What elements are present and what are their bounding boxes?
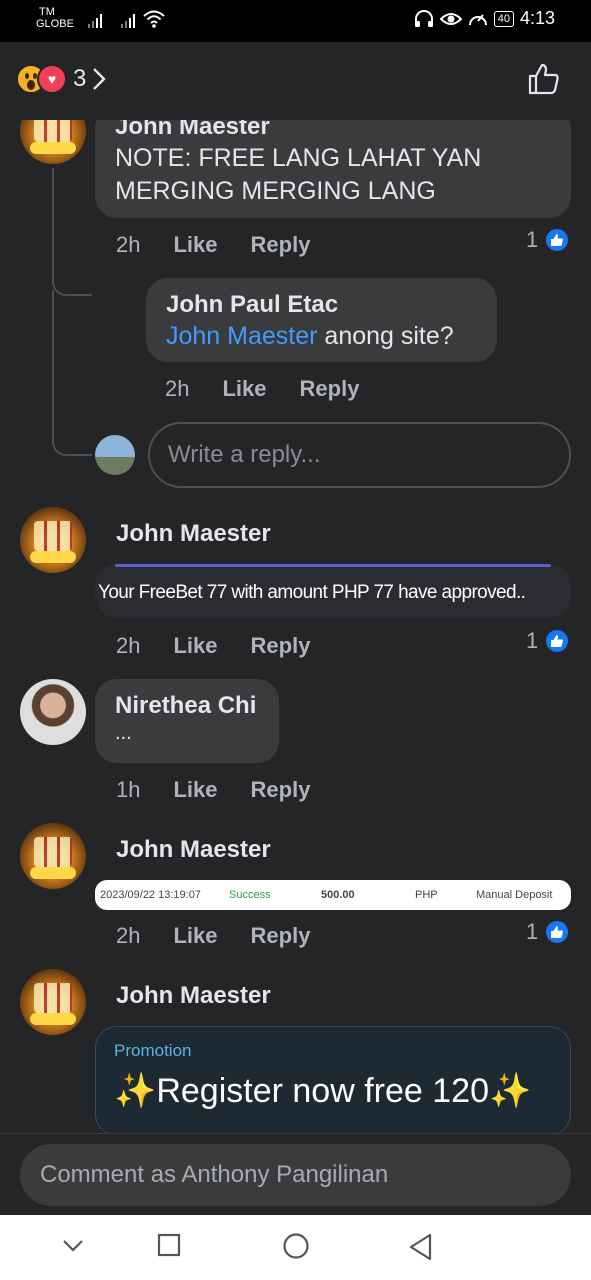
transaction-datetime: 2023/09/22 13:19:07 [100,889,201,901]
reply-button[interactable]: Reply [300,376,360,402]
recents-button-icon[interactable] [157,1233,181,1257]
comment-text: NOTE: FREE LANG LAHAT YAN MERGING MERGIN… [115,144,482,205]
home-button-icon[interactable] [282,1232,310,1260]
comment-author[interactable]: John Maester [116,519,271,549]
promo-tag: Promotion [114,1041,192,1060]
comment-actions: 2h Like Reply [116,232,310,258]
like-count[interactable]: 1 [526,628,571,654]
avatar[interactable] [20,823,86,889]
comment-actions: 2h Like Reply [165,376,359,402]
like-count-number: 1 [526,919,539,944]
sparkles-icon: ✨ [488,1072,532,1110]
wifi-icon [143,10,165,28]
image-caption: Your FreeBet 77 with amount PHP 77 have … [98,582,526,603]
comment-text: anong site? [317,322,454,350]
transaction-image[interactable]: 2023/09/22 13:19:07 Success 500.00 PHP M… [95,880,571,910]
comment-author[interactable]: John Maester [116,835,271,865]
composer-bar: Comment as Anthony Pangilinan [0,1133,591,1215]
like-badge-icon [544,227,571,253]
sparkles-icon: ✨ [114,1072,157,1110]
signal-icon [121,12,135,28]
comment-time[interactable]: 2h [116,232,140,258]
avatar[interactable] [20,679,86,745]
headphones-icon [414,9,433,27]
speedometer-icon [468,13,487,25]
avatar[interactable] [20,120,86,164]
avatar[interactable] [20,507,86,573]
comment-bubble: Nirethea Chi ... [95,679,279,763]
reaction-count: 3 [73,65,87,92]
thread-connector [52,168,92,296]
transaction-currency: PHP [415,889,438,901]
clock: 4:13 [519,8,555,28]
status-right: 40 4:13 [414,8,555,29]
comments-feed[interactable]: John Maester NOTE: FREE LANG LAHAT YAN M… [0,120,591,1133]
transaction-status: Success [229,889,271,901]
eye-icon [439,12,462,25]
reply-bubble: John Paul Etac John Maester anong site? [146,278,497,362]
wow-icon [16,64,46,94]
like-count-number: 1 [526,628,539,653]
comment-actions: 2h Like Reply [116,923,310,949]
comment-author[interactable]: John Maester [116,981,271,1011]
like-count[interactable]: 1 [526,919,571,945]
transaction-amount: 500.00 [321,889,355,901]
carrier-label: TM GLOBE [36,6,74,30]
chevron-down-icon[interactable] [62,1239,84,1253]
chevron-right-icon [93,68,107,90]
reactions-summary[interactable]: ♥ 3 [16,64,107,94]
carrier-line2: GLOBE [36,18,74,30]
status-bar: TM GLOBE 40 4:13 [0,0,591,42]
promo-headline: Register now free 120 [156,1072,489,1110]
comment-time[interactable]: 2h [116,633,140,659]
reply-input[interactable]: Write a reply... [148,422,571,488]
like-button[interactable]: Like [173,923,217,949]
promotion-card[interactable]: Promotion ✨Register now free 120✨ [95,1026,571,1133]
system-nav-bar [0,1215,591,1280]
thumbs-up-outline-icon[interactable] [527,62,561,96]
back-button-icon[interactable] [408,1233,434,1261]
reactions-header: ♥ 3 [0,42,591,120]
comment-bubble: John Maester NOTE: FREE LANG LAHAT YAN M… [95,120,571,218]
comment-time[interactable]: 1h [116,777,140,803]
signal-icon [88,12,102,28]
transaction-method: Manual Deposit [476,889,553,901]
mention-link[interactable]: John Maester [166,322,317,350]
like-badge-icon [544,628,571,654]
like-count[interactable]: 1 [526,227,571,253]
like-button[interactable]: Like [173,633,217,659]
comment-author[interactable]: Nirethea Chi [115,691,259,721]
comment-time[interactable]: 2h [116,923,140,949]
comment-actions: 1h Like Reply [116,777,310,803]
promo-text: ✨Register now free 120✨ [114,1071,531,1111]
thread-connector [52,290,92,456]
carrier-line1: TM [39,6,55,18]
like-badge-icon [544,919,571,945]
like-button[interactable]: Like [222,376,266,402]
comment-text: ... [115,722,132,744]
reply-button[interactable]: Reply [251,232,311,258]
comment-input[interactable]: Comment as Anthony Pangilinan [20,1144,571,1206]
comment-time[interactable]: 2h [165,376,189,402]
battery-icon: 40 [493,10,514,27]
like-button[interactable]: Like [173,232,217,258]
reply-button[interactable]: Reply [251,777,311,803]
like-button[interactable]: Like [173,777,217,803]
reply-button[interactable]: Reply [251,633,311,659]
reply-button[interactable]: Reply [251,923,311,949]
comment-actions: 2h Like Reply [116,633,310,659]
like-count-number: 1 [526,227,539,252]
comment-author[interactable]: John Maester [115,120,551,142]
comment-image[interactable]: Your FreeBet 77 with amount PHP 77 have … [95,564,571,618]
avatar[interactable] [20,969,86,1035]
user-avatar [95,435,135,475]
comment-author[interactable]: John Paul Etac [166,290,477,320]
